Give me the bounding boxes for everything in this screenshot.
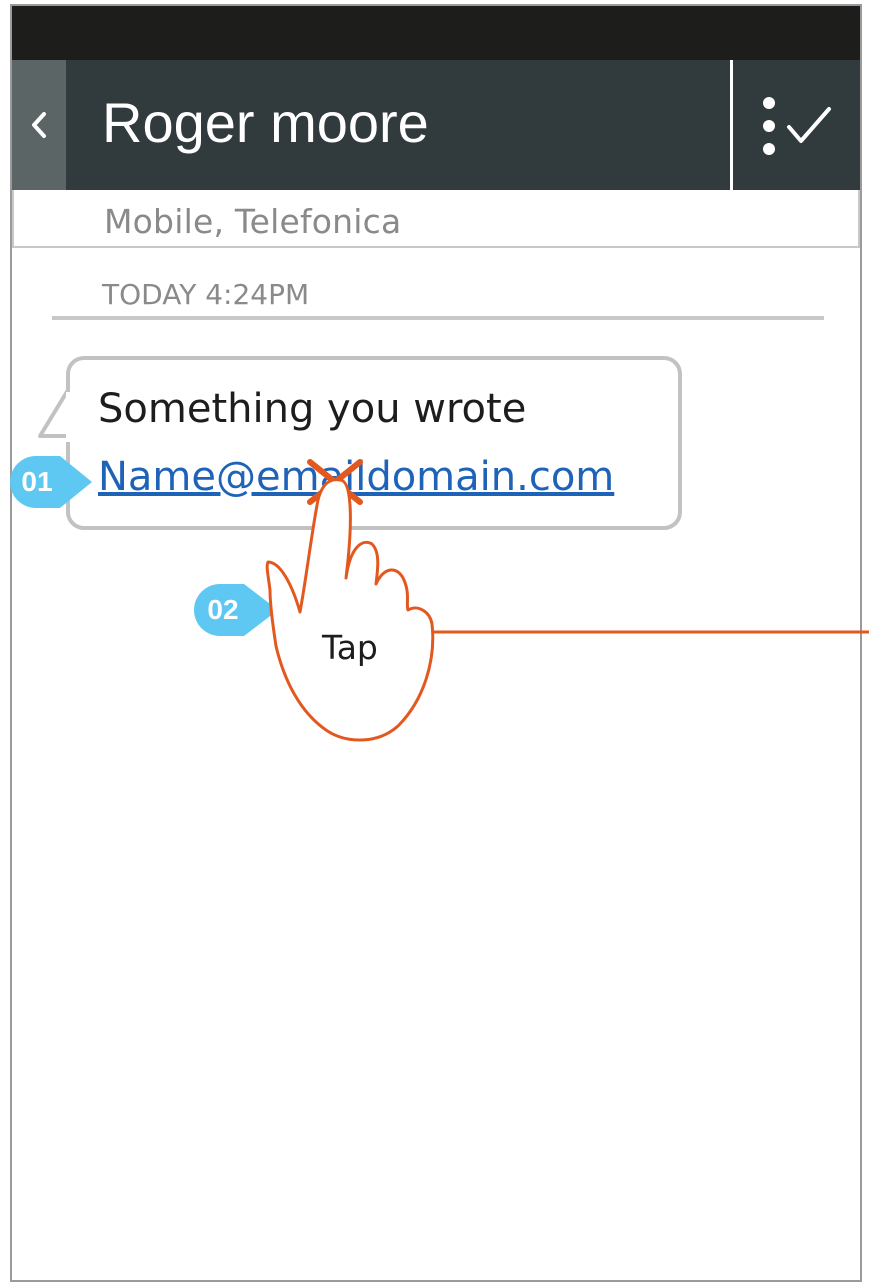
message-bubble: Something you wrote Name@emaildomain.com — [66, 356, 682, 530]
status-bar — [12, 6, 860, 60]
app-header: Roger moore — [12, 60, 860, 190]
message-timestamp: TODAY 4:24PM — [102, 278, 310, 311]
chevron-left-icon — [32, 112, 46, 138]
gesture-label: Tap — [322, 628, 378, 667]
timestamp-divider — [52, 316, 824, 320]
callout-label-01: 01 — [21, 466, 53, 497]
more-check-button[interactable] — [752, 84, 848, 168]
contact-detail: Mobile, Telefonica — [104, 202, 402, 241]
message-text: Something you wrote — [98, 386, 527, 432]
email-link[interactable]: Name@emaildomain.com — [98, 454, 614, 500]
bubble-tail-join — [66, 392, 72, 442]
more-check-icon — [763, 97, 831, 155]
contact-subheader: Mobile, Telefonica — [12, 190, 860, 248]
callout-label-02: 02 — [207, 594, 239, 625]
page-title: Roger moore — [102, 91, 429, 154]
header-divider — [730, 60, 733, 190]
back-button[interactable] — [12, 60, 66, 190]
